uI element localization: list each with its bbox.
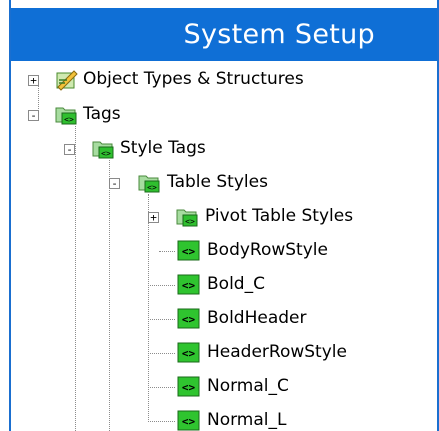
tag-folder-icon: <> (175, 204, 199, 228)
svg-text:<>: <> (182, 313, 196, 326)
tree-item-boldheader[interactable]: <> BoldHeader (11, 302, 437, 336)
tag-icon: <> (177, 239, 201, 263)
collapse-toggle[interactable]: - (28, 110, 39, 121)
tag-folder-icon: <> (54, 102, 78, 126)
tag-icon: <> (177, 341, 201, 365)
tree-item-table-styles[interactable]: - <> Table Styles (11, 167, 437, 201)
svg-text:<>: <> (64, 115, 74, 124)
tree-item-tags[interactable]: - <> Tags (11, 99, 437, 133)
tree-item-label: Object Types & Structures (83, 69, 304, 89)
expand-toggle[interactable]: + (28, 75, 39, 86)
svg-text:<>: <> (182, 245, 196, 258)
tree-item-bold-c[interactable]: <> Bold_C (11, 268, 437, 302)
svg-text:<>: <> (182, 381, 196, 394)
svg-text:<>: <> (182, 415, 196, 428)
tree-item-label: Tags (83, 104, 121, 124)
object-types-icon (54, 67, 78, 91)
tree-item-label: Pivot Table Styles (205, 206, 354, 226)
tree-item-headerrowstyle[interactable]: <> HeaderRowStyle (11, 336, 437, 370)
svg-text:<>: <> (182, 279, 196, 292)
tree-item-normal-c[interactable]: <> Normal_C (11, 370, 437, 404)
tree-item-label: Style Tags (120, 138, 206, 158)
tree-item-object-types[interactable]: + Object Types & Structures (11, 64, 437, 98)
tree-item-label: Normal_L (207, 410, 287, 430)
tree-item-label: Normal_C (207, 376, 289, 396)
tree-item-label: BoldHeader (207, 308, 307, 328)
tree-item-normal-l[interactable]: <> Normal_L (11, 404, 437, 431)
tree-item-label: BodyRowStyle (207, 240, 328, 260)
system-setup-panel: System Setup + Object Types & Structures (9, 0, 439, 431)
svg-text:<>: <> (101, 149, 111, 158)
tree-item-label: Bold_C (207, 274, 265, 294)
collapse-toggle[interactable]: - (64, 144, 75, 155)
tree-item-bodyrowstyle[interactable]: <> BodyRowStyle (11, 234, 437, 268)
tag-icon: <> (177, 375, 201, 399)
tag-folder-icon: <> (137, 170, 161, 194)
tag-folder-icon: <> (91, 136, 115, 160)
tree-item-label: HeaderRowStyle (207, 342, 347, 362)
tree-item-style-tags[interactable]: - <> Style Tags (11, 133, 437, 167)
expand-toggle[interactable]: + (148, 212, 159, 223)
collapse-toggle[interactable]: - (109, 178, 120, 189)
svg-text:<>: <> (182, 347, 196, 360)
svg-text:<>: <> (147, 183, 157, 192)
tag-icon: <> (177, 409, 201, 431)
tag-icon: <> (177, 273, 201, 297)
svg-text:<>: <> (185, 217, 195, 226)
tree-item-label: Table Styles (167, 172, 268, 192)
setup-tree: + Object Types & Structures - <> Tags - … (11, 0, 437, 431)
tag-icon: <> (177, 307, 201, 331)
tree-item-pivot-table-styles[interactable]: + <> Pivot Table Styles (11, 201, 437, 235)
